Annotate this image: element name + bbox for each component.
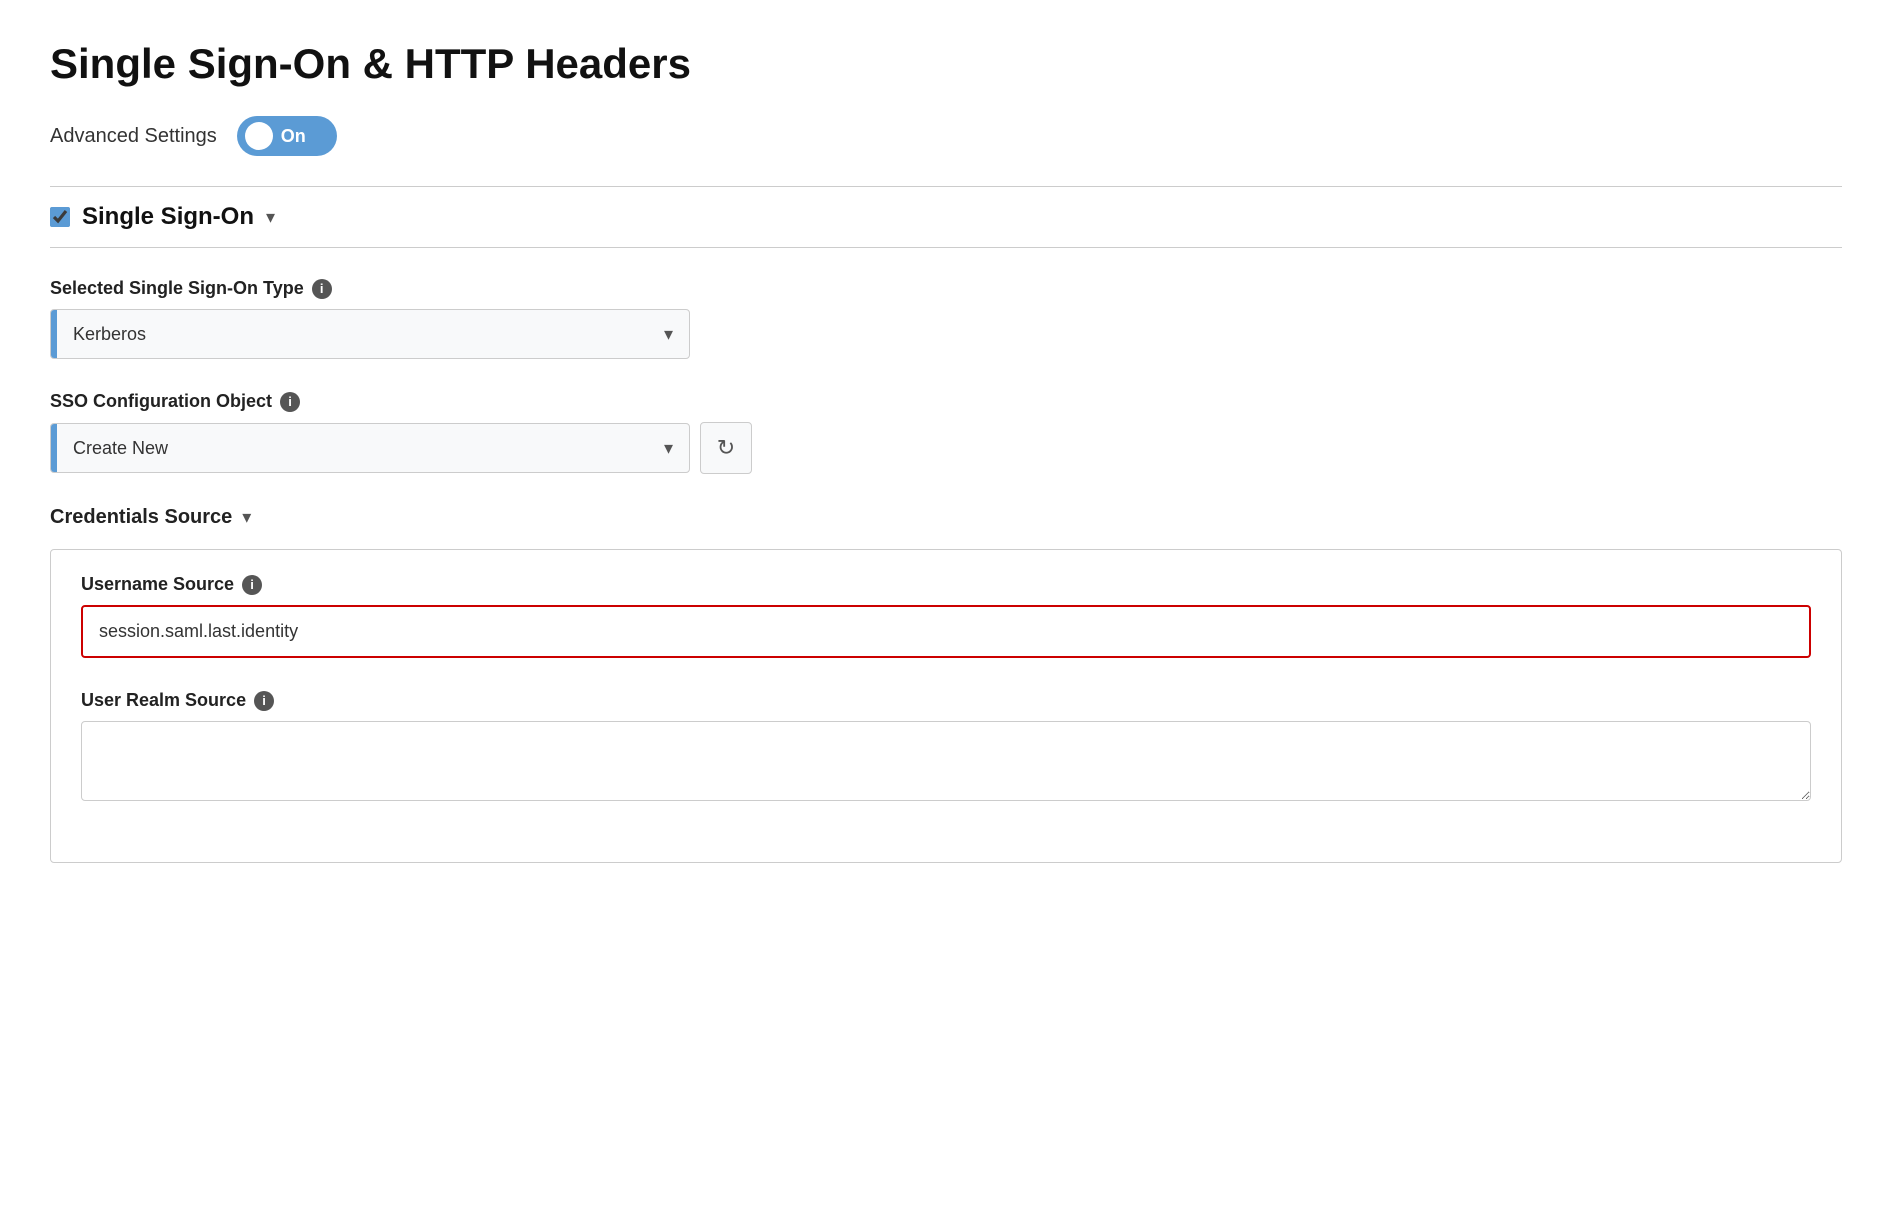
sso-config-label: SSO Configuration Object [50, 391, 272, 412]
credentials-box: Username Source i User Realm Source i [50, 549, 1842, 863]
sso-config-label-row: SSO Configuration Object i [50, 391, 1842, 412]
sso-type-label: Selected Single Sign-On Type [50, 278, 304, 299]
sso-config-info-icon[interactable]: i [280, 392, 300, 412]
advanced-settings-row: Advanced Settings On [50, 116, 1842, 156]
sso-type-select-wrapper: Kerberos SAML None ▾ [50, 309, 690, 359]
credentials-source-section: Credentials Source ▾ Username Source i U… [50, 506, 1842, 863]
sso-section-header: Single Sign-On ▾ [50, 186, 1842, 247]
sso-config-select[interactable]: Create New [57, 424, 664, 472]
user-realm-source-label-row: User Realm Source i [81, 690, 1811, 711]
credentials-header: Credentials Source ▾ [50, 506, 1842, 529]
sso-type-select[interactable]: Kerberos SAML None [57, 310, 664, 358]
sso-config-chevron-icon: ▾ [664, 424, 689, 472]
user-realm-source-field-group: User Realm Source i [81, 690, 1811, 806]
sso-type-chevron-icon: ▾ [664, 310, 689, 358]
advanced-settings-toggle[interactable]: On [237, 116, 337, 156]
username-source-label-row: Username Source i [81, 574, 1811, 595]
credentials-title: Credentials Source [50, 506, 232, 529]
sso-section-content: Selected Single Sign-On Type i Kerberos … [50, 248, 1842, 893]
credentials-chevron-icon[interactable]: ▾ [242, 507, 251, 528]
username-source-info-icon[interactable]: i [242, 575, 262, 595]
user-realm-source-input[interactable] [81, 721, 1811, 801]
username-source-input[interactable] [81, 605, 1811, 658]
user-realm-source-info-icon[interactable]: i [254, 691, 274, 711]
username-source-field-group: Username Source i [81, 574, 1811, 658]
sso-type-info-icon[interactable]: i [312, 279, 332, 299]
sso-config-select-row: Create New ▾ ↻ [50, 422, 1842, 474]
toggle-knob [245, 122, 273, 150]
sso-config-refresh-button[interactable]: ↻ [700, 422, 752, 474]
sso-section-checkbox[interactable] [50, 207, 70, 227]
advanced-settings-label: Advanced Settings [50, 125, 217, 148]
page-title: Single Sign-On & HTTP Headers [50, 40, 1842, 88]
toggle-label: On [281, 126, 306, 147]
sso-type-field-group: Selected Single Sign-On Type i Kerberos … [50, 278, 1842, 359]
sso-config-field-group: SSO Configuration Object i Create New ▾ … [50, 391, 1842, 474]
user-realm-source-label: User Realm Source [81, 690, 246, 711]
sso-section-title: Single Sign-On [82, 203, 254, 231]
sso-section-chevron-icon[interactable]: ▾ [266, 207, 275, 228]
username-source-label: Username Source [81, 574, 234, 595]
sso-type-label-row: Selected Single Sign-On Type i [50, 278, 1842, 299]
sso-config-select-wrapper: Create New ▾ [50, 423, 690, 473]
